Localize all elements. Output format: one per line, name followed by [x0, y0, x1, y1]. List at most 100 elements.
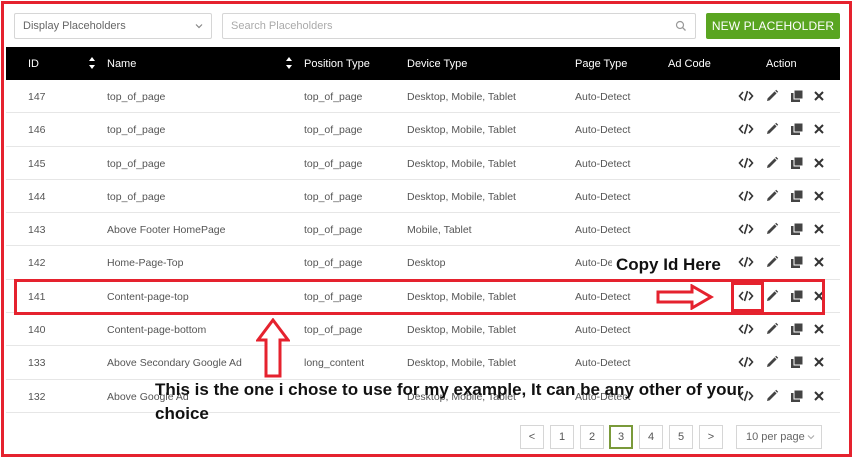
- table-row: 144 top_of_page top_of_page Desktop, Mobile…: [6, 180, 840, 214]
- close-icon[interactable]: [811, 354, 827, 370]
- close-icon[interactable]: [811, 88, 827, 104]
- pencil-icon[interactable]: [764, 254, 780, 270]
- cell-position-type: top_of_page: [304, 124, 363, 137]
- code-icon[interactable]: [738, 254, 754, 270]
- cell-position-type: top_of_page: [304, 324, 363, 337]
- search-input[interactable]: Search Placeholders: [222, 13, 696, 39]
- pencil-icon[interactable]: [764, 155, 780, 171]
- table-row: 140 Content-page-bottom top_of_page Desktop…: [6, 313, 840, 347]
- header-id[interactable]: ID: [28, 58, 39, 70]
- cell-id: 143: [28, 224, 46, 237]
- per-page-select[interactable]: 10 per page: [736, 425, 822, 449]
- close-icon[interactable]: [811, 221, 827, 237]
- cell-name: Above Secondary Google Ad: [107, 357, 242, 370]
- cell-page-type: Auto-Detect: [575, 224, 631, 237]
- toolbar: Display Placeholders Search Placeholders…: [14, 13, 840, 39]
- header-page-type[interactable]: Page Type: [575, 58, 627, 70]
- cell-device-type: Desktop, Mobile, Tablet: [407, 91, 516, 103]
- duplicate-icon[interactable]: [789, 354, 805, 370]
- cell-position-type: top_of_page: [304, 224, 363, 237]
- pagination-page-1[interactable]: 1: [550, 425, 574, 449]
- cell-id: 142: [28, 257, 46, 270]
- cell-id: 144: [28, 190, 46, 203]
- pagination-prev-button[interactable]: <: [520, 425, 544, 449]
- search-icon: [675, 20, 686, 31]
- header-name[interactable]: Name: [107, 58, 136, 70]
- sort-icon[interactable]: [88, 55, 96, 71]
- cell-name: top_of_page: [107, 91, 166, 103]
- pagination-page-2[interactable]: 2: [580, 425, 604, 449]
- pencil-icon[interactable]: [764, 354, 780, 370]
- duplicate-icon[interactable]: [789, 321, 805, 337]
- cell-device-type: Desktop, Mobile, Tablet: [407, 124, 516, 137]
- pagination-page-5[interactable]: 5: [669, 425, 693, 449]
- pencil-icon[interactable]: [764, 188, 780, 204]
- duplicate-icon[interactable]: [789, 254, 805, 270]
- duplicate-icon[interactable]: [789, 188, 805, 204]
- cell-device-type: Desktop, Mobile, Tablet: [407, 324, 516, 337]
- close-icon[interactable]: [811, 155, 827, 171]
- arrow-up-icon: [256, 318, 290, 378]
- code-icon[interactable]: [738, 321, 754, 337]
- header-position-type[interactable]: Position Type: [304, 58, 370, 70]
- pencil-icon[interactable]: [764, 321, 780, 337]
- close-icon[interactable]: [811, 388, 827, 404]
- cell-id: 133: [28, 357, 46, 370]
- code-icon[interactable]: [738, 188, 754, 204]
- cell-device-type: Desktop, Mobile, Tablet: [407, 190, 516, 203]
- table-header: ID Name Position Type Device Type Page T…: [6, 47, 840, 80]
- example-note-annotation: This is the one i chose to use for my ex…: [155, 380, 744, 423]
- table-row: 133 Above Secondary Google Ad long_content…: [6, 346, 840, 380]
- per-page-label: 10 per page: [746, 431, 805, 443]
- code-icon[interactable]: [738, 221, 754, 237]
- cell-id: 147: [28, 91, 46, 103]
- cell-id: 132: [28, 390, 46, 403]
- new-placeholder-button[interactable]: NEW PLACEHOLDER: [706, 13, 840, 39]
- table-body: 147 top_of_page top_of_page Desktop, Mobile…: [6, 80, 840, 413]
- pencil-icon[interactable]: [764, 388, 780, 404]
- cell-device-type: Desktop, Mobile, Tablet: [407, 357, 516, 370]
- display-placeholders-select[interactable]: Display Placeholders: [14, 13, 212, 39]
- code-icon[interactable]: [738, 155, 754, 171]
- cell-name: top_of_page: [107, 124, 166, 137]
- cell-device-type: Mobile, Tablet: [407, 224, 472, 237]
- pagination-next-button[interactable]: >: [699, 425, 723, 449]
- pagination-page-3-current[interactable]: 3: [609, 425, 633, 449]
- pencil-icon[interactable]: [764, 121, 780, 137]
- close-icon[interactable]: [811, 321, 827, 337]
- cell-name: Home-Page-Top: [107, 257, 184, 270]
- close-icon[interactable]: [811, 188, 827, 204]
- highlight-ad-code-button: [731, 282, 764, 312]
- header-device-type[interactable]: Device Type: [407, 58, 467, 70]
- cell-name: Above Footer HomePage: [107, 224, 226, 237]
- cell-page-type: Auto-Detect: [575, 157, 631, 170]
- cell-page-type: Auto-Detect: [575, 124, 631, 137]
- pagination-page-4[interactable]: 4: [639, 425, 663, 449]
- duplicate-icon[interactable]: [789, 221, 805, 237]
- pencil-icon[interactable]: [764, 221, 780, 237]
- code-icon[interactable]: [738, 354, 754, 370]
- table-row: 146 top_of_page top_of_page Desktop, Mobile…: [6, 113, 840, 147]
- arrow-right-icon: [656, 284, 714, 310]
- code-icon[interactable]: [738, 121, 754, 137]
- code-icon[interactable]: [738, 88, 754, 104]
- duplicate-icon[interactable]: [789, 121, 805, 137]
- table-row: 147 top_of_page top_of_page Desktop, Mobile…: [6, 80, 840, 114]
- cell-page-type: Auto-Detect: [575, 357, 631, 370]
- cell-name: Content-page-bottom: [107, 324, 207, 337]
- pencil-icon[interactable]: [764, 88, 780, 104]
- duplicate-icon[interactable]: [789, 155, 805, 171]
- sort-icon[interactable]: [285, 55, 293, 71]
- duplicate-icon[interactable]: [789, 388, 805, 404]
- cell-position-type: top_of_page: [304, 257, 363, 270]
- duplicate-icon[interactable]: [789, 88, 805, 104]
- close-icon[interactable]: [811, 254, 827, 270]
- search-placeholder: Search Placeholders: [231, 20, 333, 32]
- cell-device-type: Desktop: [407, 257, 446, 270]
- table-row: 145 top_of_page top_of_page Desktop, Mobile…: [6, 147, 840, 180]
- close-icon[interactable]: [811, 121, 827, 137]
- chevron-down-icon: [195, 24, 203, 29]
- cell-page-type: Auto-Detect: [575, 91, 631, 103]
- copy-id-annotation: Copy Id Here: [612, 255, 725, 275]
- cell-id: 146: [28, 124, 46, 137]
